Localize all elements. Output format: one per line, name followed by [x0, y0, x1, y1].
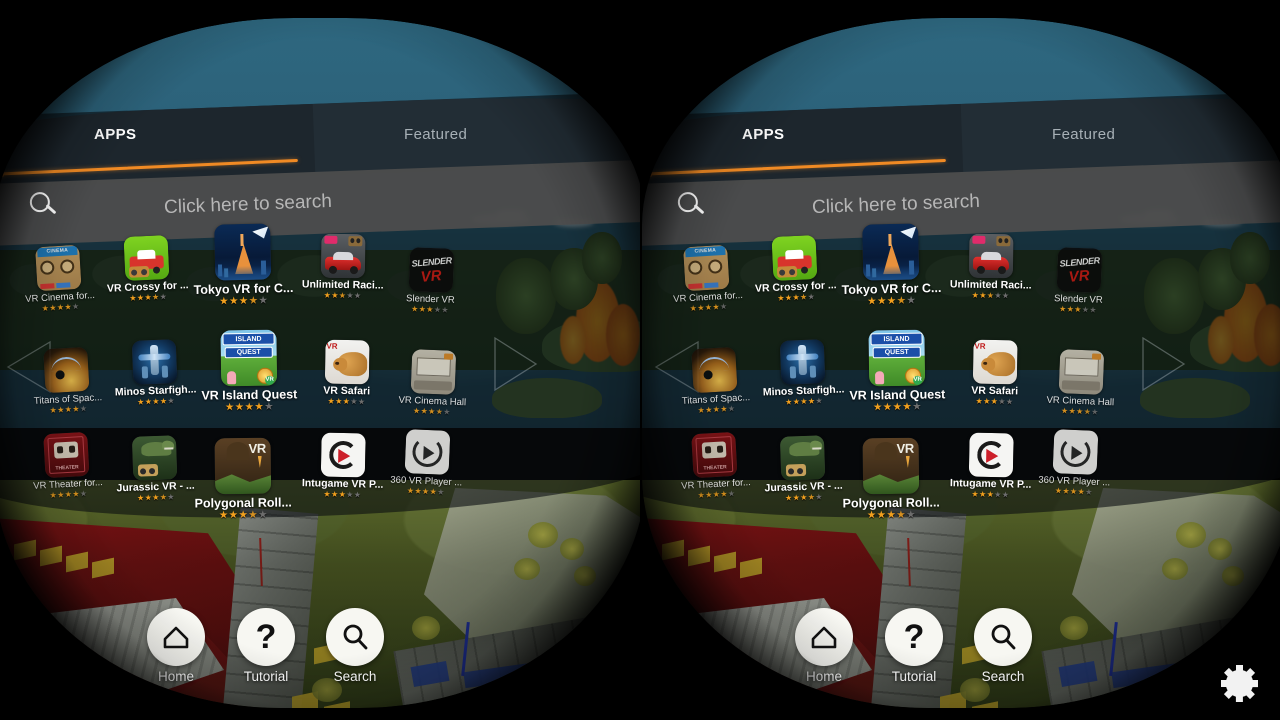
question-mark-icon: ? [885, 608, 943, 666]
dock-button-search[interactable]: Search [312, 608, 398, 684]
left-eye-view: APPS Featured Click here to search CINEM… [0, 0, 640, 720]
left-lens-viewport: APPS Featured Click here to search CINEM… [0, 18, 640, 708]
dock-button-tutorial[interactable]: ? Tutorial [871, 608, 957, 684]
right-lens-viewport: APPS Featured Click here to search CINEM… [642, 18, 1280, 708]
dock-label-tutorial: Tutorial [891, 669, 937, 684]
question-mark-icon: ? [237, 608, 295, 666]
dock-label-home: Home [805, 669, 842, 684]
home-icon [147, 608, 205, 666]
dock-label-home: Home [157, 669, 194, 684]
settings-button[interactable] [1218, 660, 1264, 706]
search-icon [974, 608, 1032, 666]
right-eye-view: APPS Featured Click here to search CINEM… [640, 0, 1280, 720]
dock-label-search: Search [981, 669, 1025, 684]
dock-button-home[interactable]: Home [781, 608, 867, 684]
dock-button-home[interactable]: Home [133, 608, 219, 684]
bottom-dock: Home ? Tutorial Search [642, 18, 1280, 708]
dock-button-tutorial[interactable]: ? Tutorial [223, 608, 309, 684]
bottom-dock: Home ? Tutorial Search [0, 18, 634, 708]
gear-icon [1221, 665, 1258, 702]
dock-label-tutorial: Tutorial [243, 669, 289, 684]
search-icon [326, 608, 384, 666]
dock-label-search: Search [333, 669, 377, 684]
dock-button-search[interactable]: Search [960, 608, 1046, 684]
vr-stereo-stage: APPS Featured Click here to search CINEM… [0, 0, 1280, 720]
home-icon [795, 608, 853, 666]
